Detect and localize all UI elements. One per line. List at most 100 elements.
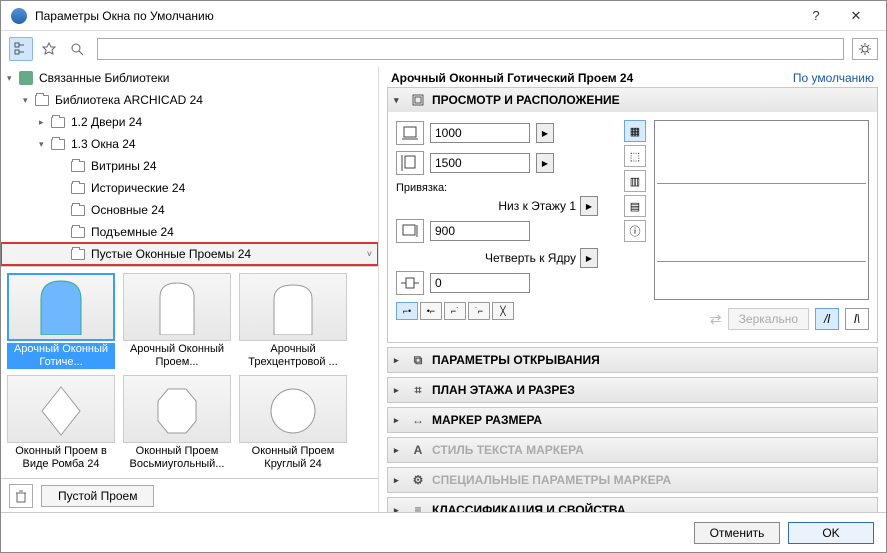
pv-info-icon[interactable]: ⓘ (624, 220, 646, 242)
section-floorplan: ▸ ⌗ ПЛАН ЭТАЖА И РАЗРЕЗ (387, 377, 878, 403)
anchor1-input[interactable] (430, 221, 530, 241)
preview-toolbar: ▦ ⬚ ▥ ▤ ⓘ (624, 120, 646, 242)
mirror-button[interactable]: Зеркально (728, 308, 809, 330)
pv-front-icon[interactable]: ▥ (624, 170, 646, 192)
expand-icon[interactable]: ▾ (39, 139, 51, 150)
pv-3d-icon[interactable]: ⬚ (624, 145, 646, 167)
tree-sub-3[interactable]: Подъемные 24 (1, 221, 378, 243)
folder-icon (71, 205, 85, 216)
cancel-button[interactable]: Отменить (694, 522, 780, 544)
section-header[interactable]: ▸ ↔ МАРКЕР РАЗМЕРА (388, 408, 877, 432)
mirror-plane-icon[interactable]: ⇄ (710, 311, 722, 328)
thumb-caption: Оконный Проем в Виде Ромба 24 (7, 445, 115, 471)
folder-icon (71, 183, 85, 194)
snap-btn-3[interactable]: ⌐˙ (444, 302, 466, 320)
thumbnail-grid[interactable]: Арочный Оконный Готиче... Арочный Оконны… (1, 267, 378, 478)
anchor1-icon (396, 219, 424, 243)
height-popup-button[interactable]: ▶ (536, 153, 554, 173)
thumb-item-5[interactable]: Оконный Проем Круглый 24 (237, 375, 349, 471)
favorite-button[interactable] (37, 37, 61, 61)
snap-label: Привязка: (396, 182, 616, 194)
pv-2d-icon[interactable]: ▦ (624, 120, 646, 142)
empty-opening-button[interactable]: Пустой Проем (41, 485, 154, 507)
height-input[interactable] (430, 153, 530, 173)
app-icon (11, 8, 27, 24)
expand-icon: ▸ (394, 415, 404, 426)
preview-canvas[interactable] (654, 120, 869, 300)
width-popup-button[interactable]: ▶ (536, 123, 554, 143)
section-title: СТИЛЬ ТЕКСТА МАРКЕРА (432, 443, 584, 457)
thumb-item-3[interactable]: Оконный Проем в Виде Ромба 24 (5, 375, 117, 471)
section-header: ▸ ⚙ СПЕЦИАЛЬНЫЕ ПАРАМЕТРЫ МАРКЕРА (388, 468, 877, 492)
thumb-preview (7, 375, 115, 443)
tree-sub-4-selected[interactable]: Пустые Оконные Проемы 24 ˅ (1, 243, 378, 265)
collapse-icon: ▾ (394, 95, 404, 106)
settings-pane: Арочный Оконный Готический Проем 24 По у… (379, 67, 886, 512)
tree-sub-0[interactable]: Витрины 24 (1, 155, 378, 177)
opening-icon: ⧉ (410, 352, 426, 368)
width-input[interactable] (430, 123, 530, 143)
list-icon: ≡ (410, 502, 426, 512)
anchor1-label-row: Низ к Этажу 1 ▶ (396, 196, 616, 216)
anchor2-popup-button[interactable]: ▶ (580, 248, 598, 268)
thumb-caption: Арочный Оконный Проем... (123, 343, 231, 369)
folder-icon (71, 227, 85, 238)
section-dim-marker: ▸ ↔ МАРКЕР РАЗМЕРА (387, 407, 878, 433)
thumb-item-4[interactable]: Оконный Проем Восьмиугольный... (121, 375, 233, 471)
snap-btn-5[interactable]: ╳ (492, 302, 514, 320)
tree-sub-1[interactable]: Исторические 24 (1, 177, 378, 199)
flip-a-button[interactable]: /l (815, 308, 839, 330)
thumb-caption: Арочный Трехцентровой ... (239, 343, 347, 369)
snap-btn-1[interactable]: ⌐• (396, 302, 418, 320)
snap-btn-4[interactable]: ˙⌐ (468, 302, 490, 320)
folder-icon (35, 95, 49, 106)
folder-icon (71, 161, 85, 172)
anchor1-popup-button[interactable]: ▶ (580, 196, 598, 216)
preview-icon (410, 92, 426, 108)
thumb-item-1[interactable]: Арочный Оконный Проем... (121, 273, 233, 369)
expand-icon[interactable]: ▾ (23, 95, 35, 106)
library-icon (19, 71, 33, 85)
tree-label: Пустые Оконные Проемы 24 (91, 247, 251, 261)
tree-label: Основные 24 (91, 203, 165, 217)
tree-label: Подъемные 24 (91, 225, 174, 239)
search-input[interactable] (97, 38, 844, 60)
anchor2-label: Четверть к Ядру (485, 251, 576, 265)
default-link[interactable]: По умолчанию (793, 71, 874, 85)
thumb-caption: Оконный Проем Восьмиугольный... (123, 445, 231, 471)
section-header: ▸ A СТИЛЬ ТЕКСТА МАРКЕРА (388, 438, 877, 462)
section-title: ПАРАМЕТРЫ ОТКРЫВАНИЯ (432, 353, 600, 367)
section-header[interactable]: ▸ ≡ КЛАССИФИКАЦИЯ И СВОЙСТВА (388, 498, 877, 512)
titlebar: Параметры Окна по Умолчанию ? ✕ (1, 1, 886, 31)
tree-windows[interactable]: ▾ 1.3 Окна 24 (1, 133, 378, 155)
tree-doors[interactable]: ▸ 1.2 Двери 24 (1, 111, 378, 133)
expand-icon: ▸ (394, 505, 404, 513)
help-button[interactable]: ? (796, 1, 836, 31)
tree-sub-2[interactable]: Основные 24 (1, 199, 378, 221)
tree-lib[interactable]: ▾ Библиотека ARCHICAD 24 (1, 89, 378, 111)
thumb-preview (7, 273, 115, 341)
thumb-item-2[interactable]: Арочный Трехцентровой ... (237, 273, 349, 369)
close-button[interactable]: ✕ (836, 1, 876, 31)
anchor2-input[interactable] (430, 273, 530, 293)
flip-b-button[interactable]: l\ (845, 308, 869, 330)
tree-root[interactable]: ▾ Связанные Библиотеки (1, 67, 378, 89)
expand-icon[interactable]: ▾ (7, 73, 19, 84)
anchor2-icon (396, 271, 424, 295)
chevron-down-icon[interactable]: ˅ (367, 249, 372, 259)
expand-icon[interactable]: ▸ (39, 117, 51, 128)
anchor1-label: Низ к Этажу 1 (498, 199, 576, 213)
snap-btn-2[interactable]: •⌐ (420, 302, 442, 320)
pv-section-icon[interactable]: ▤ (624, 195, 646, 217)
section-header[interactable]: ▾ ПРОСМОТР И РАСПОЛОЖЕНИЕ (388, 88, 877, 112)
settings-button[interactable] (852, 38, 878, 60)
tree-mode-button[interactable] (9, 37, 33, 61)
ok-button[interactable]: OK (788, 522, 874, 544)
library-tree[interactable]: ▾ Связанные Библиотеки ▾ Библиотека ARCH… (1, 67, 378, 267)
section-header[interactable]: ▸ ⌗ ПЛАН ЭТАЖА И РАЗРЕЗ (388, 378, 877, 402)
search-button[interactable] (65, 37, 89, 61)
section-header[interactable]: ▸ ⧉ ПАРАМЕТРЫ ОТКРЫВАНИЯ (388, 348, 877, 372)
thumb-item-0[interactable]: Арочный Оконный Готиче... (5, 273, 117, 369)
trash-button[interactable] (9, 484, 33, 508)
section-classification: ▸ ≡ КЛАССИФИКАЦИЯ И СВОЙСТВА (387, 497, 878, 512)
